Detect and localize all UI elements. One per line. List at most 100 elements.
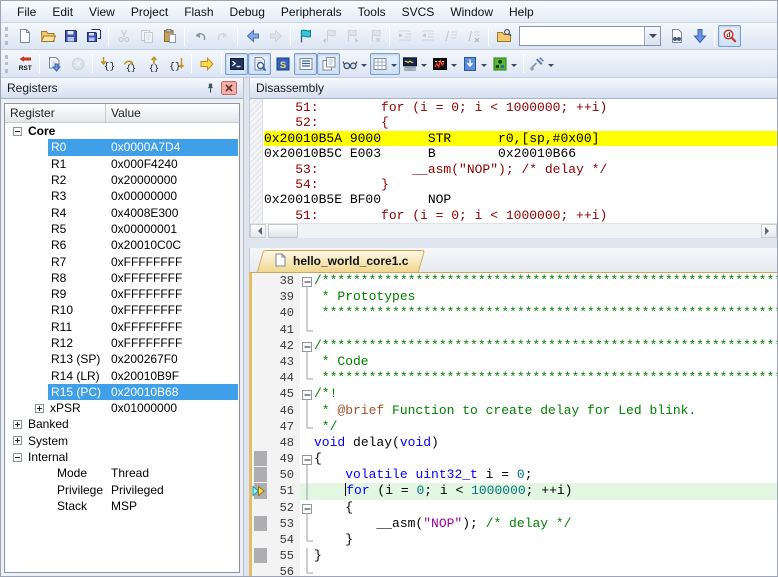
register-row-internal[interactable]: Internal bbox=[5, 449, 239, 465]
registers-window-button[interactable] bbox=[294, 53, 317, 75]
pin-icon[interactable] bbox=[204, 82, 217, 95]
sysviewer-window-button[interactable] bbox=[460, 53, 490, 75]
nav-back-button[interactable] bbox=[241, 25, 264, 47]
open-folder-button[interactable] bbox=[36, 25, 59, 47]
toolbar-grip[interactable] bbox=[5, 55, 9, 73]
save-button[interactable] bbox=[59, 25, 82, 47]
doc-find-button[interactable] bbox=[665, 25, 688, 47]
fold-collapse-icon[interactable] bbox=[300, 451, 314, 468]
menu-project[interactable]: Project bbox=[123, 2, 176, 22]
code-line[interactable]: { bbox=[314, 451, 777, 467]
step-over-button[interactable]: {} bbox=[119, 53, 142, 75]
scroll-left-button[interactable] bbox=[250, 224, 266, 238]
menu-peripherals[interactable]: Peripherals bbox=[273, 2, 350, 22]
find-input[interactable] bbox=[520, 27, 644, 45]
disassembly-breakpoint-margin[interactable] bbox=[250, 99, 263, 223]
code-line[interactable]: /***************************************… bbox=[314, 273, 777, 289]
symbols-window-button[interactable]: S bbox=[271, 53, 294, 75]
breakpoint-margin[interactable] bbox=[252, 435, 270, 451]
column-header-register[interactable]: Register bbox=[5, 104, 106, 122]
analysis-window-button[interactable] bbox=[430, 53, 460, 75]
breakpoint-margin[interactable] bbox=[252, 516, 270, 532]
watch-window-button[interactable] bbox=[340, 53, 370, 75]
menu-tools[interactable]: Tools bbox=[350, 2, 394, 22]
debug-session-button[interactable]: d bbox=[718, 25, 741, 47]
memory-window-dropdown[interactable] bbox=[391, 64, 397, 70]
breakpoint-margin[interactable] bbox=[252, 532, 270, 548]
breakpoint-margin[interactable] bbox=[252, 451, 270, 467]
code-line[interactable]: */ bbox=[314, 419, 777, 435]
command-window-button[interactable] bbox=[225, 53, 248, 75]
expand-icon[interactable] bbox=[13, 436, 22, 445]
register-row-r7[interactable]: R70xFFFFFFFF bbox=[5, 253, 239, 269]
fold-collapse-icon[interactable] bbox=[300, 273, 314, 290]
show-next-statement-button[interactable] bbox=[195, 53, 218, 75]
breakpoint-margin[interactable] bbox=[252, 467, 270, 483]
scroll-right-button[interactable] bbox=[761, 224, 777, 238]
undo-button[interactable] bbox=[188, 25, 211, 47]
serial-window-dropdown[interactable] bbox=[421, 64, 427, 70]
memory-window-button[interactable] bbox=[370, 53, 400, 75]
close-button[interactable] bbox=[221, 81, 237, 95]
incremental-find-button[interactable] bbox=[688, 25, 711, 47]
code-line[interactable]: } bbox=[314, 532, 777, 548]
analysis-window-dropdown[interactable] bbox=[451, 64, 457, 70]
code-line[interactable]: * @brief Function to create delay for Le… bbox=[314, 403, 777, 419]
fold-collapse-icon[interactable] bbox=[300, 386, 314, 403]
register-row-r14-lr[interactable]: R14 (LR)0x20010B9F bbox=[5, 367, 239, 383]
tools-button[interactable] bbox=[527, 53, 557, 75]
register-row-r4[interactable]: R40x4008E300 bbox=[5, 204, 239, 220]
menu-help[interactable]: Help bbox=[501, 2, 542, 22]
breakpoint-margin[interactable] bbox=[252, 483, 270, 499]
find-dropdown-button[interactable] bbox=[644, 27, 660, 45]
register-row-mode[interactable]: ModeThread bbox=[5, 465, 239, 481]
serial-window-button[interactable] bbox=[400, 53, 430, 75]
register-row-r2[interactable]: R20x20000000 bbox=[5, 172, 239, 188]
breakpoint-margin[interactable] bbox=[252, 370, 270, 386]
tools-dropdown[interactable] bbox=[548, 64, 554, 70]
register-row-core[interactable]: Core bbox=[5, 123, 239, 139]
register-row-r15-pc[interactable]: R15 (PC)0x20010B68 bbox=[5, 384, 239, 400]
register-row-xpsr[interactable]: xPSR0x01000000 bbox=[5, 400, 239, 416]
register-row-r0[interactable]: R00x0000A7D4 bbox=[5, 139, 239, 155]
register-row-r5[interactable]: R50x00000001 bbox=[5, 221, 239, 237]
code-line[interactable]: /*! bbox=[314, 386, 777, 402]
register-row-r10[interactable]: R100xFFFFFFFF bbox=[5, 302, 239, 318]
breakpoint-margin[interactable] bbox=[252, 386, 270, 402]
fold-collapse-icon[interactable] bbox=[300, 500, 314, 517]
breakpoint-margin[interactable] bbox=[252, 564, 270, 576]
code-line[interactable]: } bbox=[314, 548, 777, 564]
tab-hello-world-core1[interactable]: hello_world_core1.c bbox=[266, 250, 422, 272]
editor-body[interactable]: 38/*************************************… bbox=[249, 273, 777, 576]
register-row-r13-sp[interactable]: R13 (SP)0x200267F0 bbox=[5, 351, 239, 367]
code-line[interactable] bbox=[314, 322, 777, 338]
menu-edit[interactable]: Edit bbox=[44, 2, 81, 22]
watch-window-dropdown[interactable] bbox=[361, 64, 367, 70]
breakpoint-margin[interactable] bbox=[252, 322, 270, 338]
code-line[interactable]: void delay(void) bbox=[314, 435, 777, 451]
find-in-files-button[interactable] bbox=[492, 25, 515, 47]
menu-view[interactable]: View bbox=[81, 2, 123, 22]
fold-collapse-icon[interactable] bbox=[300, 338, 314, 355]
scroll-track[interactable] bbox=[298, 224, 761, 238]
expand-icon[interactable] bbox=[13, 420, 22, 429]
code-line[interactable]: __asm("NOP"); /* delay */ bbox=[314, 516, 777, 532]
breakpoint-margin[interactable] bbox=[252, 273, 270, 289]
menu-debug[interactable]: Debug bbox=[222, 2, 273, 22]
collapse-icon[interactable] bbox=[13, 453, 22, 462]
bookmark-toggle-button[interactable] bbox=[294, 25, 317, 47]
code-line[interactable]: * Code bbox=[314, 354, 777, 370]
breakpoint-margin[interactable] bbox=[252, 403, 270, 419]
callstack-window-button[interactable] bbox=[317, 53, 340, 75]
breakpoint-margin[interactable] bbox=[252, 419, 270, 435]
code-line[interactable]: { bbox=[314, 500, 777, 516]
code-line[interactable]: ****************************************… bbox=[314, 305, 777, 321]
breakpoint-margin[interactable] bbox=[252, 548, 270, 564]
breakpoint-margin[interactable] bbox=[252, 500, 270, 516]
toolbox-window-button[interactable] bbox=[490, 53, 520, 75]
reset-button[interactable]: RST bbox=[13, 53, 36, 75]
breakpoint-margin[interactable] bbox=[252, 289, 270, 305]
code-line[interactable] bbox=[314, 564, 777, 576]
toolbar-grip[interactable] bbox=[5, 27, 9, 45]
register-row-r3[interactable]: R30x00000000 bbox=[5, 188, 239, 204]
